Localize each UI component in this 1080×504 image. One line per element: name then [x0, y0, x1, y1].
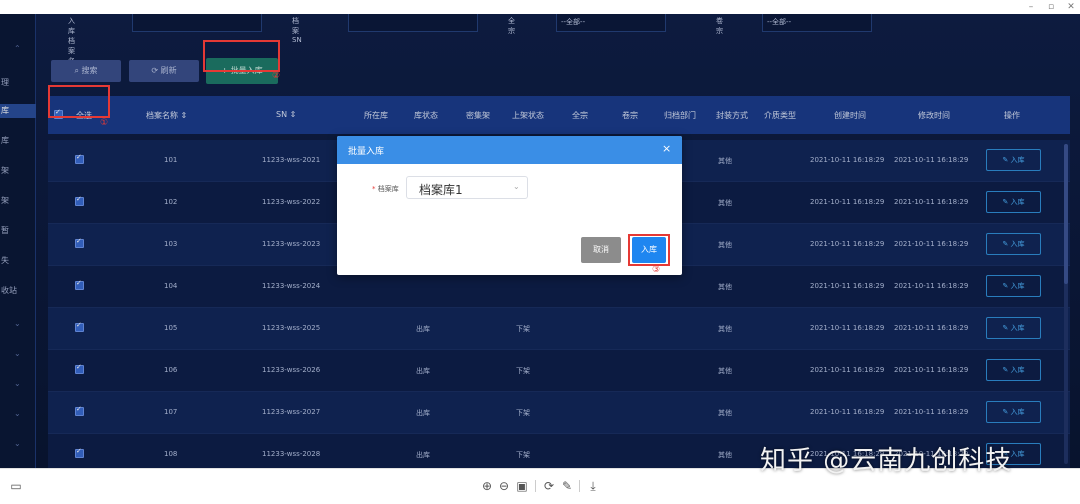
- archive-library-select[interactable]: 档案库1 ⌄: [406, 176, 528, 199]
- annotation-number-3: ③: [652, 265, 661, 275]
- zoom-out-icon[interactable]: ⊖: [496, 478, 512, 494]
- archive-library-label: * 档案库: [372, 184, 399, 194]
- close-window-button[interactable]: ✕: [1060, 1, 1080, 13]
- archive-library-value: 档案库1: [419, 183, 463, 197]
- zoom-in-icon[interactable]: ⊕: [479, 478, 495, 494]
- archive-library-label-text: 档案库: [377, 185, 399, 193]
- dialog-header: 批量入库 ×: [337, 136, 682, 164]
- rotate-icon[interactable]: ⟳: [541, 478, 557, 494]
- zhihu-watermark: 知乎 @云南九创科技: [760, 446, 1013, 476]
- window-titlebar: – ▫ ✕: [0, 0, 1080, 14]
- required-asterisk: *: [372, 185, 376, 193]
- annotation-box-confirm: [628, 234, 670, 266]
- close-icon[interactable]: ×: [662, 142, 671, 155]
- dialog-title: 批量入库: [348, 147, 385, 157]
- download-icon[interactable]: ⤓: [585, 478, 601, 494]
- chevron-down-icon: ⌄: [513, 182, 520, 191]
- restore-button[interactable]: ▫: [1040, 1, 1062, 13]
- annotation-box-select-all: [48, 85, 110, 118]
- edit-icon[interactable]: ✎: [559, 478, 575, 494]
- annotation-box-batch: [203, 40, 280, 72]
- toolbar-divider: [579, 480, 580, 492]
- app-screenshot: ⌃ 理 库 库 架 架 暂 失 收站 ⌄ ⌄ ⌄ ⌄ ⌄ 入库档案名称 档案SN…: [0, 14, 1080, 468]
- annotation-number-2: ②: [272, 71, 281, 81]
- annotation-number-1: ①: [100, 118, 109, 128]
- fit-icon[interactable]: ▣: [514, 478, 530, 494]
- minimize-button[interactable]: –: [1020, 1, 1042, 13]
- panel-icon[interactable]: ▭: [8, 478, 24, 494]
- cancel-button[interactable]: 取消: [581, 237, 621, 263]
- toolbar-divider: [535, 480, 536, 492]
